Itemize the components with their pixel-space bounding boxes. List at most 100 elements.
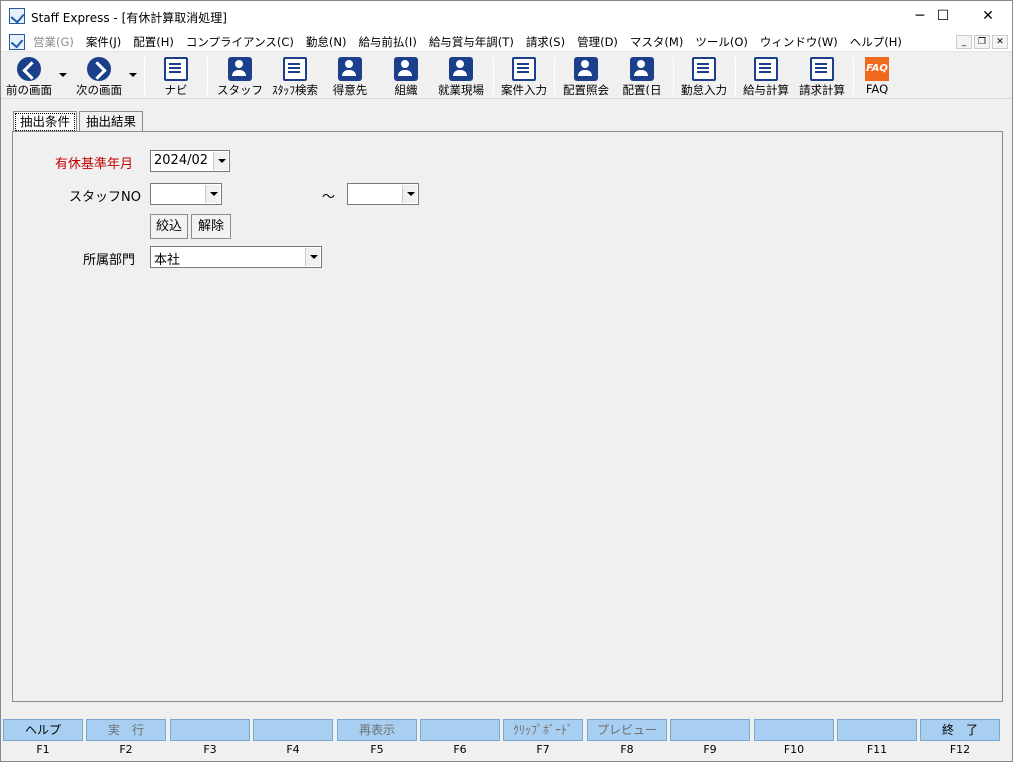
maximize-button[interactable]: ☐ [920, 1, 966, 32]
menu-item[interactable]: 案件(J) [80, 32, 127, 52]
toolbar-separator [735, 57, 736, 95]
fkey-f9-button[interactable] [670, 719, 750, 741]
fkey-f11-button[interactable] [837, 719, 917, 741]
fkey-f4-button[interactable] [253, 719, 333, 741]
menu-item[interactable]: マスタ(M) [624, 32, 689, 52]
chevron-down-icon[interactable] [305, 248, 320, 266]
attendance-input-button[interactable]: 勤怠入力 [677, 53, 731, 99]
faq-label: FAQ [865, 82, 889, 96]
assign-inquiry-button[interactable]: 配置照会 [559, 53, 613, 99]
assign-day-button[interactable]: 配置(日 [615, 53, 669, 99]
menu-item[interactable]: ウィンドウ(W) [754, 32, 844, 52]
mdi-controls: _ ❐ ✕ [956, 35, 1008, 49]
department-select[interactable]: 本社 [150, 246, 322, 268]
forward-label: 次の画面 [76, 83, 122, 97]
arrow-right-icon [87, 57, 111, 81]
menu-item[interactable]: 勤怠(N) [300, 32, 353, 52]
menu-item[interactable]: ヘルプ(H) [844, 32, 908, 52]
fkey-number-label: F8 [620, 743, 634, 756]
fkey-f7-button[interactable]: ｸﾘｯﾌﾟﾎﾞｰﾄﾞ [503, 719, 583, 741]
back-history-dropdown[interactable] [59, 73, 67, 77]
fkey-f2-button[interactable]: 実 行 [86, 719, 166, 741]
fkey-number-label: F4 [286, 743, 300, 756]
menu-item[interactable]: ツール(O) [689, 32, 754, 52]
forward-history-dropdown[interactable] [129, 73, 137, 77]
fkey-number-label: F2 [119, 743, 133, 756]
assign-inquiry-label: 配置照会 [563, 83, 609, 97]
department-value: 本社 [154, 253, 181, 268]
fkey-f6-button[interactable] [420, 719, 500, 741]
menu-items: 営業(G) 案件(J) 配置(H) コンプライアンス(C) 勤怠(N) 給与前払(I) 給与… [27, 32, 908, 52]
document-menu-icon[interactable] [9, 34, 25, 50]
range-separator: ～ [322, 190, 336, 205]
tab-strip: 抽出条件 抽出結果 [13, 111, 145, 133]
fkey-f10-button[interactable] [754, 719, 834, 741]
staff-no-from-select[interactable] [150, 183, 222, 205]
faq-icon: FAQ [865, 57, 889, 81]
people-icon [630, 57, 654, 81]
calculator-icon [810, 57, 834, 81]
staff-no-to-select[interactable] [347, 183, 419, 205]
close-button[interactable]: ✕ [965, 1, 1011, 32]
toolbar: 前の画面 次の画面 ナビ スタッフ ｽﾀｯﾌ検索 得意先 組織 就業現場 案件入… [1, 53, 1012, 99]
department-label: 所属部門 [83, 253, 136, 268]
menu-item[interactable]: 請求(S) [520, 32, 571, 52]
fkey-f3-button[interactable] [170, 719, 250, 741]
base-month-select[interactable]: 2024/02 [150, 150, 230, 172]
staff-search-icon [283, 57, 307, 81]
menu-item[interactable]: 管理(D) [571, 32, 624, 52]
fkey-number-label: F10 [783, 743, 805, 756]
keyboard-icon [164, 57, 188, 81]
toolbar-separator [853, 57, 854, 95]
fkey-f8-button[interactable]: プレビュー [587, 719, 667, 741]
mdi-minimize-button[interactable]: _ [956, 35, 972, 49]
tab-conditions[interactable]: 抽出条件 [13, 111, 78, 133]
case-input-button[interactable]: 案件入力 [497, 53, 551, 99]
fkey-number-label: F9 [703, 743, 717, 756]
clear-button[interactable]: 解除 [191, 214, 231, 239]
salary-calc-button[interactable]: 給与計算 [739, 53, 793, 99]
menu-item[interactable]: 給与賞与年調(T) [423, 32, 520, 52]
fkey-number-label: F6 [453, 743, 467, 756]
back-button[interactable]: 前の画面 [1, 53, 57, 99]
chevron-down-icon[interactable] [402, 185, 417, 203]
fkey-f5-button[interactable]: 再表示 [337, 719, 417, 741]
forward-button[interactable]: 次の画面 [71, 53, 127, 99]
calculator-icon [754, 57, 778, 81]
mdi-restore-button[interactable]: ❐ [974, 35, 990, 49]
menu-item[interactable]: 配置(H) [127, 32, 180, 52]
menu-item[interactable]: コンプライアンス(C) [180, 32, 300, 52]
menu-bar: 営業(G) 案件(J) 配置(H) コンプライアンス(C) 勤怠(N) 給与前払(I) 給与… [1, 32, 1012, 52]
organization-label: 組織 [394, 83, 418, 97]
fkey-f1-button[interactable]: ヘルプ [3, 719, 83, 741]
fkey-f12-button[interactable]: 終 了 [920, 719, 1000, 741]
chevron-down-icon[interactable] [213, 152, 228, 170]
staff-button[interactable]: スタッフ [215, 53, 265, 99]
navi-button[interactable]: ナビ [153, 53, 199, 99]
customer-button[interactable]: 得意先 [325, 53, 375, 99]
billing-calc-label: 請求計算 [799, 83, 845, 97]
organization-button[interactable]: 組織 [381, 53, 431, 99]
case-input-label: 案件入力 [501, 83, 547, 97]
menu-item[interactable]: 営業(G) [27, 32, 80, 52]
title-bar[interactable]: Staff Express - [有休計算取消処理] ─ ☐ ✕ [1, 1, 1012, 32]
tab-results[interactable]: 抽出結果 [79, 111, 144, 132]
people-icon [574, 57, 598, 81]
toolbar-separator [493, 57, 494, 95]
filter-button[interactable]: 絞込 [150, 214, 188, 239]
fkey-number-label: F3 [203, 743, 217, 756]
menu-item[interactable]: 給与前払(I) [352, 32, 422, 52]
mdi-close-button[interactable]: ✕ [992, 35, 1008, 49]
faq-button[interactable]: FAQ FAQ [857, 53, 897, 99]
fkey-number-label: F5 [370, 743, 384, 756]
worksite-button[interactable]: 就業現場 [433, 53, 489, 99]
fkey-number-label: F1 [36, 743, 50, 756]
billing-calc-button[interactable]: 請求計算 [795, 53, 849, 99]
back-label: 前の画面 [6, 83, 52, 97]
app-logo-icon[interactable] [9, 8, 25, 24]
staff-search-button[interactable]: ｽﾀｯﾌ検索 [267, 53, 323, 99]
salary-calc-label: 給与計算 [743, 83, 789, 97]
base-month-value: 2024/02 [154, 153, 209, 168]
window-title: Staff Express - [有休計算取消処理] [31, 11, 227, 25]
chevron-down-icon[interactable] [205, 185, 220, 203]
